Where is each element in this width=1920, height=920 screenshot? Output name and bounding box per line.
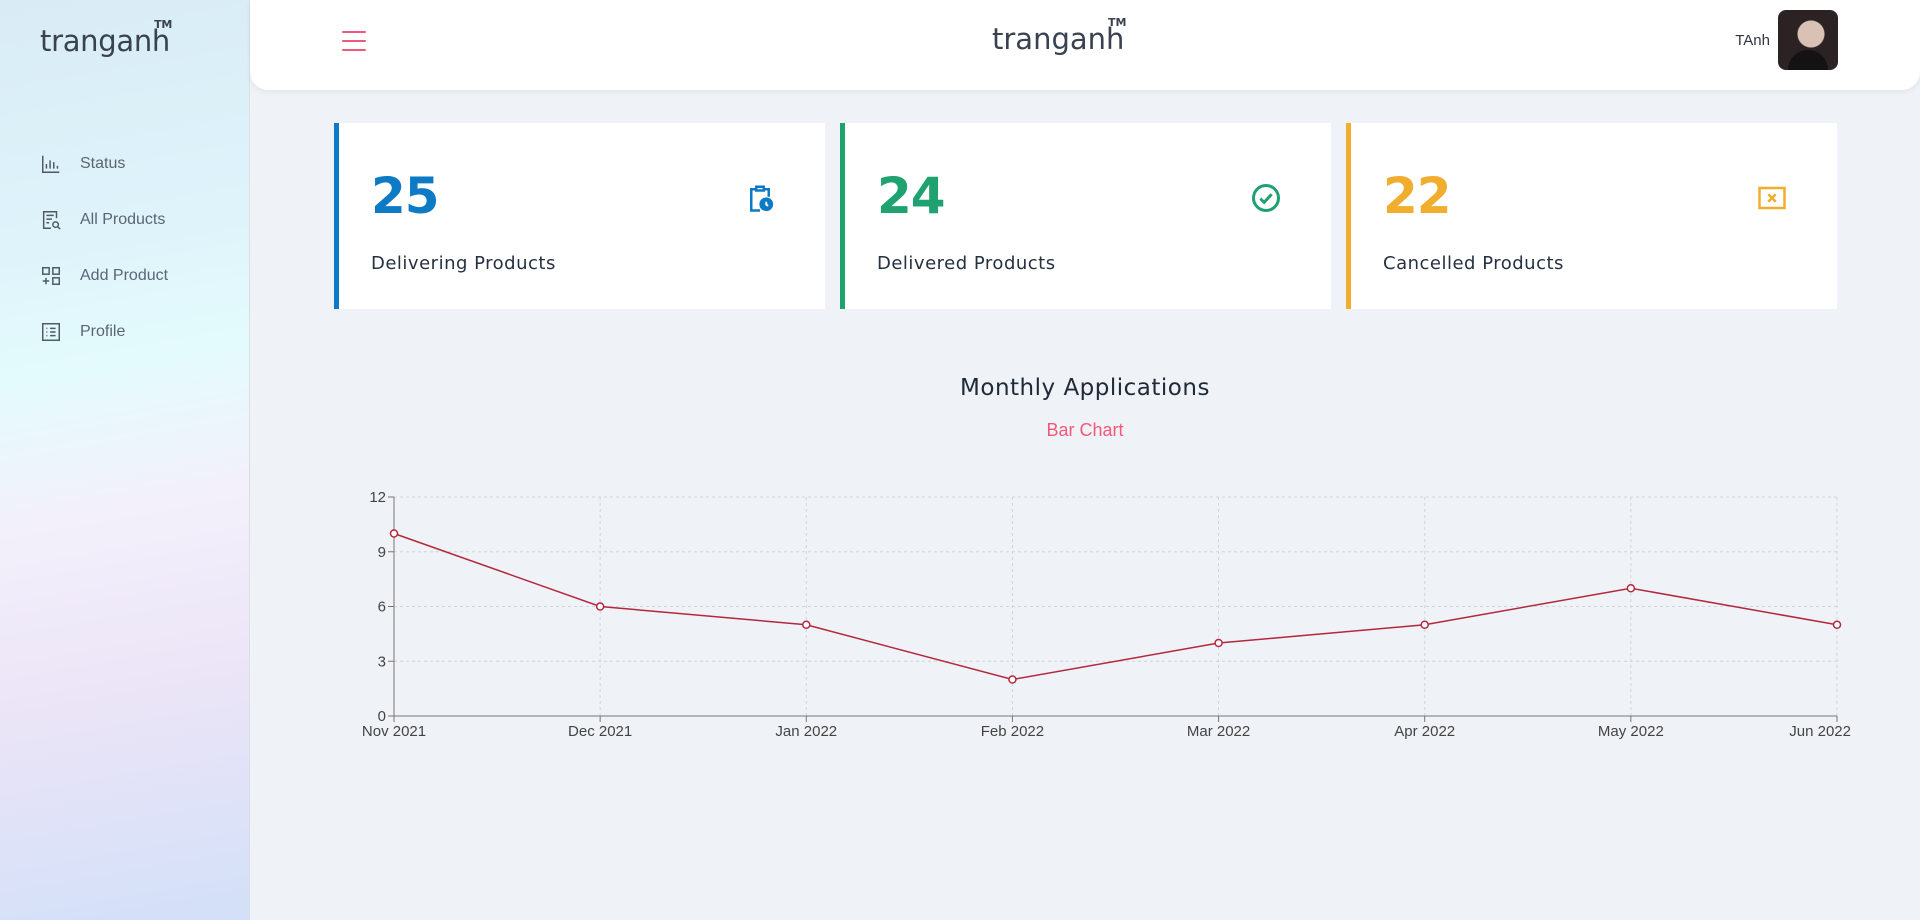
sidebar-item-label: Add Product — [80, 267, 169, 284]
header-brand-logo[interactable]: tranganh TM — [992, 16, 1126, 56]
stat-value: 22 — [1383, 167, 1452, 225]
sidebar-item-label: Status — [80, 155, 126, 172]
sidebar-item-label: Profile — [80, 323, 126, 340]
stat-card-delivering: 25 Delivering Products — [334, 123, 825, 309]
brand-name: tranganh — [40, 24, 170, 58]
sidebar: tranganh TM Status All Products Add Prod… — [0, 0, 250, 920]
clipboard-clock-icon — [750, 185, 774, 212]
data-point — [1626, 584, 1636, 593]
y-tick-label: 6 — [378, 599, 386, 616]
y-tick-label: 9 — [378, 544, 386, 561]
close-box-icon — [1758, 186, 1786, 210]
menu-toggle-icon[interactable] — [342, 31, 366, 55]
grid-add-icon — [42, 267, 60, 285]
data-point — [1214, 638, 1223, 648]
stat-card-cancelled: 22 Cancelled Products — [1346, 123, 1837, 309]
stat-value: 25 — [371, 167, 440, 225]
x-tick-label: Nov 2021 — [362, 723, 426, 740]
chart-subtitle: Bar Chart — [1046, 420, 1124, 440]
data-point — [389, 529, 399, 538]
sidebar-item-profile[interactable]: Profile — [40, 304, 168, 360]
document-search-icon — [42, 211, 61, 230]
sidebar-item-all-products[interactable]: All Products — [40, 192, 168, 248]
y-tick-label: 3 — [378, 653, 386, 670]
data-point — [595, 602, 605, 611]
sidebar-item-status[interactable]: Status — [40, 136, 168, 192]
x-tick-label: Feb 2022 — [981, 723, 1044, 740]
sidebar-brand-logo[interactable]: tranganh TM — [40, 18, 172, 58]
brand-trademark: TM — [154, 18, 172, 31]
x-tick-label: Jun 2022 — [1789, 723, 1851, 740]
top-header: tranganh TM TAnh — [250, 0, 1920, 90]
sidebar-item-add-product[interactable]: Add Product — [40, 248, 168, 304]
sidebar-nav: Status All Products Add Product Profile — [40, 136, 168, 360]
x-tick-label: Dec 2021 — [568, 723, 632, 740]
user-menu[interactable]: TAnh — [1735, 10, 1838, 70]
stat-label: Cancelled Products — [1383, 253, 1564, 274]
stat-label: Delivering Products — [371, 253, 556, 274]
chart-title: Monthly Applications — [960, 375, 1210, 401]
stat-label: Delivered Products — [877, 253, 1056, 274]
data-point — [802, 620, 811, 629]
x-tick-label: May 2022 — [1598, 723, 1664, 740]
brand-trademark: TM — [1107, 16, 1127, 29]
y-tick-label: 12 — [369, 489, 386, 506]
x-tick-label: Apr 2022 — [1394, 723, 1455, 740]
sidebar-item-label: All Products — [80, 211, 166, 228]
stat-value: 24 — [877, 167, 946, 225]
x-tick-label: Jan 2022 — [775, 723, 837, 740]
data-point — [1008, 675, 1017, 684]
data-point — [1420, 620, 1429, 629]
check-circle-icon — [1252, 184, 1280, 212]
data-point — [1832, 620, 1842, 629]
bar-chart-icon — [42, 155, 60, 173]
x-tick-label: Mar 2022 — [1187, 723, 1250, 740]
avatar[interactable] — [1778, 10, 1838, 70]
brand-name: tranganh — [992, 22, 1125, 56]
line-chart: 036912Nov 2021 Dec 2021 Jan 2022 Feb 2022 Ma… — [362, 489, 1851, 740]
list-icon — [42, 323, 60, 341]
user-name: TAnh — [1735, 31, 1770, 49]
stat-card-delivered: 24 Delivered Products — [840, 123, 1331, 309]
